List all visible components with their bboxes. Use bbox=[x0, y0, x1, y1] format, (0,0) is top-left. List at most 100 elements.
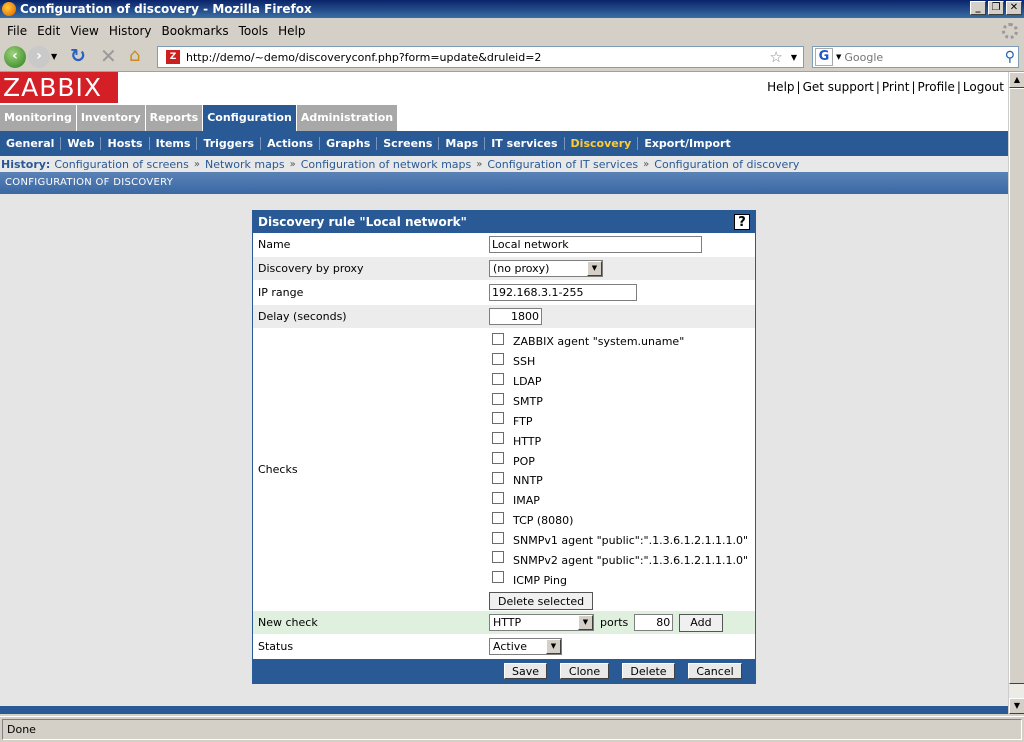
tab-reports[interactable]: Reports bbox=[145, 105, 204, 131]
check-checkbox[interactable] bbox=[492, 352, 504, 365]
scroll-down-icon[interactable]: ▼ bbox=[1009, 698, 1024, 714]
new-check-select[interactable]: HTTP ▼ bbox=[489, 614, 594, 631]
check-checkbox[interactable] bbox=[492, 392, 504, 405]
menu-edit[interactable]: Edit bbox=[37, 24, 60, 38]
subnav-general[interactable]: General bbox=[0, 137, 62, 150]
chevron-down-icon[interactable]: ▼ bbox=[587, 261, 602, 276]
subnav-export-import[interactable]: Export/Import bbox=[638, 137, 736, 150]
tab-inventory[interactable]: Inventory bbox=[76, 105, 146, 131]
tab-administration[interactable]: Administration bbox=[296, 105, 399, 131]
subnav-items[interactable]: Items bbox=[150, 137, 198, 150]
vertical-scrollbar[interactable]: ▲ ▼ bbox=[1008, 72, 1024, 714]
menu-help[interactable]: Help bbox=[278, 24, 305, 38]
chevron-down-icon[interactable]: ▼ bbox=[546, 639, 561, 654]
check-label: SMTP bbox=[513, 395, 543, 408]
menu-file[interactable]: File bbox=[7, 24, 27, 38]
menu-view[interactable]: View bbox=[70, 24, 98, 38]
link-logout[interactable]: Logout bbox=[963, 80, 1004, 94]
history-link-network-maps[interactable]: Network maps bbox=[205, 158, 285, 171]
url-bar[interactable]: Z http://demo/~demo/discoveryconf.php?fo… bbox=[157, 46, 804, 68]
tab-monitoring[interactable]: Monitoring bbox=[0, 105, 77, 131]
check-checkbox[interactable] bbox=[492, 452, 504, 465]
ip-range-input[interactable]: 192.168.3.1-255 bbox=[489, 284, 637, 301]
close-button[interactable]: ✕ bbox=[1006, 1, 1022, 15]
scroll-up-icon[interactable]: ▲ bbox=[1009, 72, 1024, 88]
check-checkbox[interactable] bbox=[492, 491, 504, 504]
proxy-select[interactable]: (no proxy) ▼ bbox=[489, 260, 603, 277]
check-item: FTP bbox=[489, 411, 533, 431]
subnav-discovery[interactable]: Discovery bbox=[565, 137, 639, 150]
delay-input[interactable]: 1800 bbox=[489, 308, 542, 325]
link-profile[interactable]: Profile bbox=[918, 80, 955, 94]
check-checkbox[interactable] bbox=[492, 372, 504, 385]
check-item: ZABBIX agent "system.uname" bbox=[489, 332, 684, 352]
bookmark-star-icon[interactable]: ☆ bbox=[769, 48, 782, 66]
subnav-hosts[interactable]: Hosts bbox=[101, 137, 150, 150]
url-dropdown-icon[interactable]: ▼ bbox=[791, 53, 797, 62]
history-link-discovery[interactable]: Configuration of discovery bbox=[654, 158, 799, 171]
back-arrow-icon[interactable]: ‹ bbox=[4, 46, 26, 68]
restore-button[interactable]: ❐ bbox=[988, 1, 1004, 15]
main-tabs: Monitoring Inventory Reports Configurati… bbox=[0, 105, 399, 131]
name-input[interactable]: Local network bbox=[489, 236, 702, 253]
ports-input[interactable]: 80 bbox=[634, 614, 674, 631]
check-checkbox[interactable] bbox=[492, 432, 504, 445]
check-checkbox[interactable] bbox=[492, 332, 504, 345]
subnav-triggers[interactable]: Triggers bbox=[197, 137, 262, 150]
google-engine-icon[interactable]: G bbox=[815, 48, 833, 66]
check-checkbox[interactable] bbox=[492, 471, 504, 484]
check-checkbox[interactable] bbox=[492, 531, 504, 544]
history-link-config-network-maps[interactable]: Configuration of network maps bbox=[301, 158, 472, 171]
name-label: Name bbox=[258, 238, 291, 251]
subnav-it-services[interactable]: IT services bbox=[485, 137, 565, 150]
check-checkbox[interactable] bbox=[492, 511, 504, 524]
breadcrumb-separator-icon: » bbox=[643, 158, 650, 170]
cancel-button[interactable]: Cancel bbox=[688, 663, 742, 679]
history-dropdown-icon[interactable]: ▼ bbox=[51, 52, 57, 61]
check-checkbox[interactable] bbox=[492, 571, 504, 584]
link-print[interactable]: Print bbox=[882, 80, 910, 94]
help-icon[interactable]: ? bbox=[734, 214, 750, 230]
menu-history[interactable]: History bbox=[109, 24, 152, 38]
subnav-maps[interactable]: Maps bbox=[439, 137, 486, 150]
url-text[interactable]: http://demo/~demo/discoveryconf.php?form… bbox=[186, 51, 769, 64]
menu-bookmarks[interactable]: Bookmarks bbox=[162, 24, 229, 38]
scrollbar-thumb[interactable] bbox=[1009, 88, 1024, 684]
search-bar[interactable]: G ▼ ⚲ bbox=[812, 46, 1019, 68]
forward-arrow-icon[interactable]: › bbox=[28, 46, 50, 68]
delete-selected-button[interactable]: Delete selected bbox=[489, 592, 594, 611]
check-label: POP bbox=[513, 454, 535, 468]
delete-button[interactable]: Delete bbox=[622, 663, 675, 679]
checks-label: Checks bbox=[258, 463, 298, 476]
check-checkbox[interactable] bbox=[492, 551, 504, 564]
browser-statusbar: Done bbox=[0, 716, 1024, 742]
search-engine-dropdown-icon[interactable]: ▼ bbox=[836, 53, 841, 61]
ip-range-label: IP range bbox=[258, 286, 304, 299]
history-link-it-services[interactable]: Configuration of IT services bbox=[487, 158, 638, 171]
clone-button[interactable]: Clone bbox=[560, 663, 609, 679]
chevron-down-icon[interactable]: ▼ bbox=[578, 615, 593, 630]
status-select[interactable]: Active ▼ bbox=[489, 638, 562, 655]
stop-icon[interactable]: ✕ bbox=[100, 46, 120, 66]
history-breadcrumb: History: Configuration of screens » Netw… bbox=[0, 156, 1008, 172]
search-icon[interactable]: ⚲ bbox=[1005, 49, 1015, 65]
home-icon[interactable]: ⌂ bbox=[129, 46, 149, 66]
add-check-button[interactable]: Add bbox=[679, 613, 723, 632]
menu-tools[interactable]: Tools bbox=[239, 24, 269, 38]
history-link-screens[interactable]: Configuration of screens bbox=[54, 158, 189, 171]
check-label: SSH bbox=[513, 355, 536, 369]
reload-icon[interactable]: ↻ bbox=[70, 46, 90, 66]
subnav-actions[interactable]: Actions bbox=[261, 137, 321, 150]
minimize-button[interactable]: _ bbox=[970, 1, 986, 15]
check-checkbox[interactable] bbox=[492, 412, 504, 425]
check-label: IMAP bbox=[513, 494, 540, 508]
subnav-graphs[interactable]: Graphs bbox=[320, 137, 378, 150]
save-button[interactable]: Save bbox=[504, 663, 547, 679]
tab-configuration[interactable]: Configuration bbox=[203, 105, 297, 131]
status-select-value: Active bbox=[493, 640, 528, 653]
search-input[interactable] bbox=[844, 50, 1005, 64]
link-get-support[interactable]: Get support bbox=[803, 80, 874, 94]
link-help[interactable]: Help bbox=[767, 80, 794, 94]
subnav-screens[interactable]: Screens bbox=[377, 137, 440, 150]
subnav-web[interactable]: Web bbox=[61, 137, 102, 150]
